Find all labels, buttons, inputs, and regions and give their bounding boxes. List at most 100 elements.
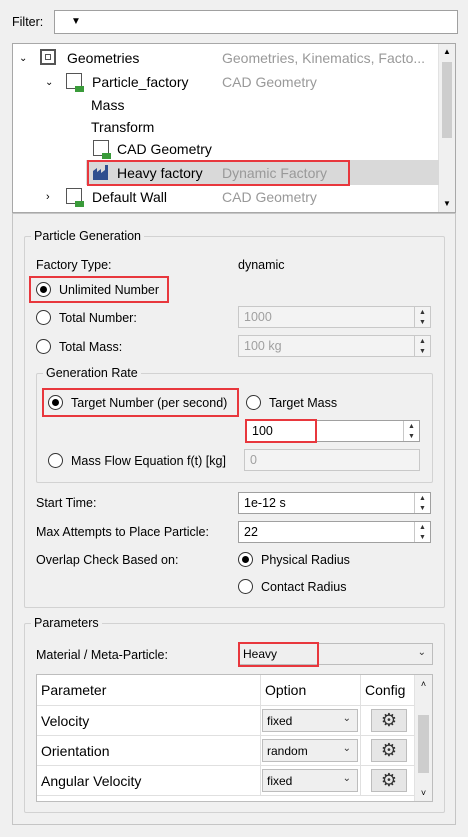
total-mass-field[interactable]: 100 kg ▲ ▼: [238, 335, 431, 357]
mass-flow-value: 0: [250, 453, 257, 467]
scroll-up-icon[interactable]: ▲: [439, 44, 455, 60]
option-select[interactable]: random ⌄: [262, 739, 358, 762]
table-row-config-cell: ⚙: [361, 736, 415, 766]
dropdown-arrow-icon[interactable]: ▼: [71, 16, 81, 27]
total-number-field[interactable]: 1000 ▲ ▼: [238, 306, 431, 328]
total-number-radio[interactable]: [36, 310, 51, 325]
tree-scrollbar[interactable]: ▲ ▼: [438, 44, 455, 212]
table-row-option-cell: fixed ⌄: [261, 766, 361, 796]
total-mass-spinner[interactable]: ▲ ▼: [414, 336, 430, 356]
total-number-spinner[interactable]: ▲ ▼: [414, 307, 430, 327]
column-header-config[interactable]: Config: [361, 675, 415, 706]
mass-flow-label[interactable]: Mass Flow Equation f(t) [kg]: [71, 454, 226, 468]
rate-spinner[interactable]: ▲ ▼: [403, 421, 419, 441]
option-select[interactable]: fixed ⌄: [262, 709, 358, 732]
tree-item-type: Geometries, Kinematics, Facto...: [222, 50, 426, 66]
highlight-heavy-factory: [87, 160, 350, 186]
highlight-unlimited: [29, 276, 169, 303]
gear-icon: ⚙: [380, 770, 398, 790]
config-button[interactable]: ⚙: [371, 709, 407, 732]
contact-radius-label[interactable]: Contact Radius: [261, 580, 346, 594]
table-row-parameter: Angular Velocity: [37, 766, 261, 796]
spin-down-icon[interactable]: ▼: [404, 431, 419, 441]
chevron-down-icon[interactable]: ⌄: [343, 743, 351, 754]
spin-up-icon[interactable]: ▲: [415, 336, 430, 346]
total-number-label[interactable]: Total Number:: [59, 311, 137, 325]
chevron-down-icon[interactable]: ⌄: [45, 77, 53, 88]
start-time-spinner[interactable]: ▲ ▼: [414, 493, 430, 513]
scroll-thumb[interactable]: [418, 715, 429, 773]
tree-item-name: CAD Geometry: [117, 141, 212, 157]
option-value: fixed: [267, 773, 293, 788]
max-attempts-value: 22: [244, 525, 258, 539]
chevron-down-icon[interactable]: ⌄: [19, 53, 27, 64]
cad-geometry-icon: [66, 188, 84, 207]
start-time-value: 1e-12 s: [244, 496, 286, 510]
target-mass-radio[interactable]: [246, 395, 261, 410]
scene-tree[interactable]: ▲ ▼ ⌄ Geometries Geometries, Kinematics,…: [12, 43, 456, 213]
scroll-down-icon[interactable]: ▼: [439, 196, 455, 212]
factory-type-label: Factory Type:: [36, 258, 112, 272]
filter-input[interactable]: ▼: [54, 10, 458, 34]
config-button[interactable]: ⚙: [371, 769, 407, 792]
spin-up-icon[interactable]: ▲: [415, 493, 430, 503]
highlight-rate-value: [245, 419, 317, 443]
max-attempts-label: Max Attempts to Place Particle:: [36, 525, 209, 539]
scroll-down-icon[interactable]: ˅: [415, 785, 432, 801]
parameter-table: Parameter Option Config Velocity fixed ⌄ …: [36, 674, 433, 802]
option-value: random: [267, 743, 308, 758]
highlight-target-number: [42, 388, 239, 417]
column-header-parameter[interactable]: Parameter: [37, 675, 261, 706]
tree-item-type: CAD Geometry: [222, 189, 317, 205]
column-header-option[interactable]: Option: [261, 675, 361, 706]
chevron-down-icon[interactable]: ⌄: [343, 773, 351, 784]
physical-radius-radio[interactable]: [238, 552, 253, 567]
spin-up-icon[interactable]: ▲: [404, 421, 419, 431]
table-scrollbar[interactable]: ˄ ˅: [414, 675, 432, 801]
spin-up-icon[interactable]: ▲: [415, 307, 430, 317]
tree-item-name: Mass: [91, 97, 125, 113]
spin-up-icon[interactable]: ▲: [415, 522, 430, 532]
gear-icon: ⚙: [380, 740, 398, 760]
gear-icon: ⚙: [380, 710, 398, 730]
cad-geometry-icon: [66, 73, 84, 92]
table-row-option-cell: fixed ⌄: [261, 706, 361, 736]
tree-item-type: CAD Geometry: [222, 74, 317, 90]
config-button[interactable]: ⚙: [371, 739, 407, 762]
chevron-down-icon[interactable]: ⌄: [418, 647, 426, 658]
target-mass-label[interactable]: Target Mass: [269, 396, 337, 410]
option-select[interactable]: fixed ⌄: [262, 769, 358, 792]
max-attempts-spinner[interactable]: ▲ ▼: [414, 522, 430, 542]
start-time-field[interactable]: 1e-12 s ▲ ▼: [238, 492, 431, 514]
mass-flow-radio[interactable]: [48, 453, 63, 468]
tree-item-name: Default Wall: [92, 189, 167, 205]
physical-radius-label[interactable]: Physical Radius: [261, 553, 350, 567]
highlight-material: [238, 642, 319, 667]
parameters-title: Parameters: [31, 616, 102, 630]
cad-geometry-icon: [93, 140, 111, 159]
spin-down-icon[interactable]: ▼: [415, 346, 430, 356]
total-number-value: 1000: [244, 310, 272, 324]
max-attempts-field[interactable]: 22 ▲ ▼: [238, 521, 431, 543]
particle-generation-title: Particle Generation: [31, 229, 145, 243]
total-mass-value: 100 kg: [244, 339, 282, 353]
option-value: fixed: [267, 713, 293, 728]
generation-rate-title: Generation Rate: [43, 366, 141, 380]
spin-down-icon[interactable]: ▼: [415, 317, 430, 327]
scroll-up-icon[interactable]: ˄: [415, 675, 432, 691]
spin-down-icon[interactable]: ▼: [415, 532, 430, 542]
scroll-thumb[interactable]: [442, 62, 452, 138]
spin-down-icon[interactable]: ▼: [415, 503, 430, 513]
table-row-parameter: Orientation: [37, 736, 261, 766]
start-time-label: Start Time:: [36, 496, 97, 510]
contact-radius-radio[interactable]: [238, 579, 253, 594]
factory-type-value: dynamic: [238, 258, 285, 272]
total-mass-radio[interactable]: [36, 339, 51, 354]
total-mass-label[interactable]: Total Mass:: [59, 340, 122, 354]
mass-flow-field[interactable]: 0: [244, 449, 420, 471]
table-row-option-cell: random ⌄: [261, 736, 361, 766]
geometries-icon: [40, 49, 56, 65]
chevron-right-icon[interactable]: ›: [46, 191, 50, 203]
tree-item-name: Transform: [91, 119, 155, 135]
chevron-down-icon[interactable]: ⌄: [343, 713, 351, 724]
